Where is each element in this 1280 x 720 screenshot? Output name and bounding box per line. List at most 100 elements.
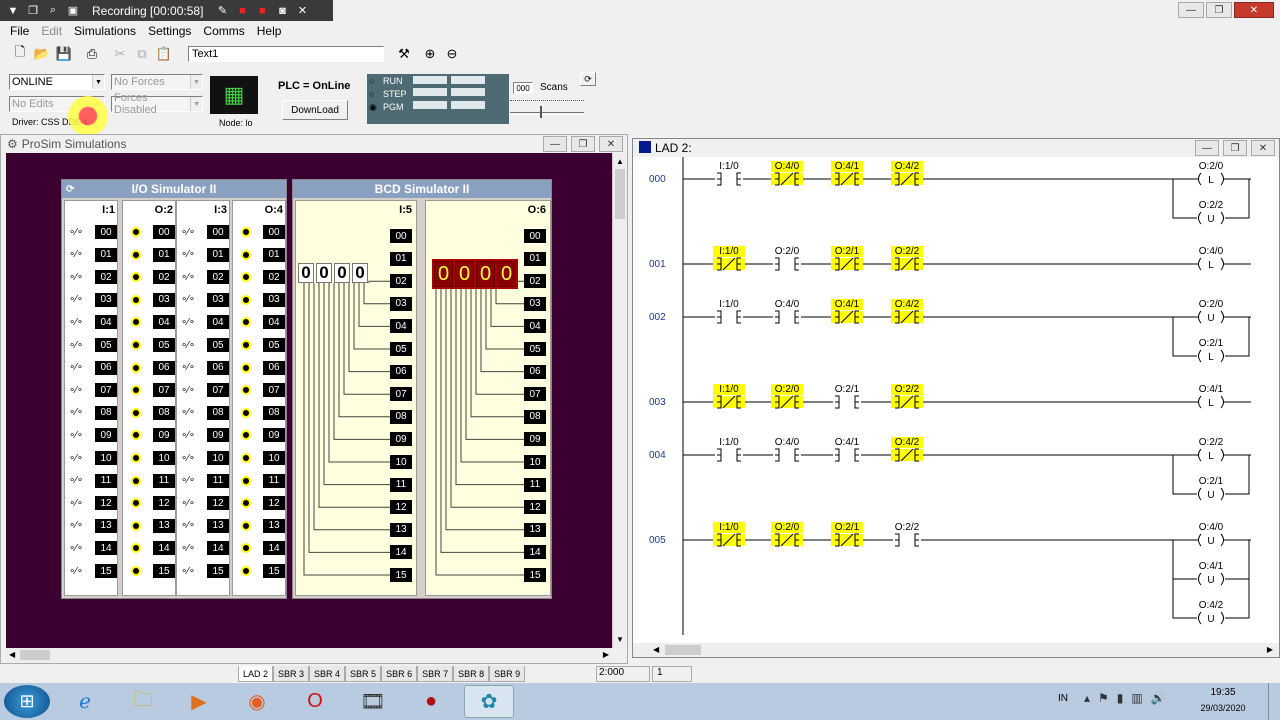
switch-icon[interactable]: ∘⁄∘	[67, 475, 92, 486]
minimize-button[interactable]: —	[1178, 2, 1204, 18]
prosim-restore-button[interactable]: ❐	[571, 136, 595, 152]
menu-settings[interactable]: Settings	[142, 24, 197, 38]
copy-icon[interactable]: ⧉	[132, 44, 152, 64]
prosim-hscroll-thumb[interactable]	[20, 650, 50, 660]
close-button[interactable]: ✕	[1234, 2, 1274, 18]
prosim-vscrollbar[interactable]: ▲ ▼	[612, 153, 627, 648]
bcd-input-digit[interactable]: 0	[334, 263, 350, 283]
switch-icon[interactable]: ∘⁄∘	[67, 362, 92, 373]
switch-icon[interactable]: ∘⁄∘	[67, 498, 92, 509]
file-explorer-icon[interactable]: 🗀	[118, 685, 168, 718]
tab-sbr-3[interactable]: SBR 3	[273, 666, 310, 682]
cut-icon[interactable]: ✂	[110, 44, 130, 64]
switch-icon[interactable]: ∘⁄∘	[179, 317, 204, 328]
tab-sbr-6[interactable]: SBR 6	[381, 666, 418, 682]
close-icon[interactable]: ✕	[295, 4, 309, 17]
switch-icon[interactable]: ∘⁄∘	[67, 227, 92, 238]
switch-icon[interactable]: ∘⁄∘	[179, 340, 204, 351]
switch-icon[interactable]: ∘⁄∘	[179, 362, 204, 373]
bcd-input-digit[interactable]: 0	[298, 263, 314, 283]
zoom-out-icon[interactable]: ⊖	[442, 44, 462, 64]
show-hidden-icon[interactable]: ▴	[1084, 691, 1090, 705]
switch-icon[interactable]: ∘⁄∘	[179, 453, 204, 464]
ladder-restore-button[interactable]: ❐	[1223, 140, 1247, 156]
clock-time[interactable]: 19:35	[1200, 687, 1246, 698]
switch-icon[interactable]: ∘⁄∘	[179, 227, 204, 238]
tab-sbr-7[interactable]: SBR 7	[417, 666, 454, 682]
download-button[interactable]: DownLoad	[282, 100, 348, 120]
bcd-input-digit[interactable]: 0	[316, 263, 332, 283]
scan-slider[interactable]	[510, 112, 584, 115]
mode-select[interactable]: ONLINE ▼	[9, 74, 105, 90]
ladder-close-button[interactable]: ✕	[1251, 140, 1275, 156]
switch-icon[interactable]: ∘⁄∘	[179, 566, 204, 577]
step-radio[interactable]: ○	[369, 89, 374, 99]
menu-comms[interactable]: Comms	[197, 24, 250, 38]
show-desktop-button[interactable]	[1268, 683, 1280, 720]
switch-icon[interactable]: ∘⁄∘	[179, 543, 204, 554]
clock-date[interactable]: 29/03/2020	[1196, 703, 1250, 713]
open-folder-icon[interactable]: 📂	[32, 44, 52, 64]
switch-icon[interactable]: ∘⁄∘	[67, 453, 92, 464]
action-center-icon[interactable]: ⚑	[1098, 691, 1109, 705]
record-app-icon[interactable]: ●	[406, 685, 456, 718]
prosim-close-button[interactable]: ✕	[599, 136, 623, 152]
menu-file[interactable]: File	[4, 24, 35, 38]
video-editor-icon[interactable]: 🎞	[348, 685, 398, 718]
tab-sbr-9[interactable]: SBR 9	[489, 666, 526, 682]
switch-icon[interactable]: ∘⁄∘	[67, 340, 92, 351]
maximize-button[interactable]: ❐	[1206, 2, 1232, 18]
record-icon[interactable]: ■	[255, 5, 269, 17]
switch-icon[interactable]: ∘⁄∘	[179, 430, 204, 441]
tab-sbr-5[interactable]: SBR 5	[345, 666, 382, 682]
switch-icon[interactable]: ∘⁄∘	[179, 294, 204, 305]
tab-sbr-4[interactable]: SBR 4	[309, 666, 346, 682]
refresh-icon[interactable]: ⟳	[580, 72, 596, 86]
restore-icon[interactable]: ❐	[26, 4, 40, 17]
switch-icon[interactable]: ∘⁄∘	[179, 520, 204, 531]
switch-icon[interactable]: ∘⁄∘	[179, 407, 204, 418]
window-icon[interactable]: ▣	[66, 4, 80, 17]
switch-icon[interactable]: ∘⁄∘	[179, 249, 204, 260]
prosim-vscroll-thumb[interactable]	[615, 169, 625, 219]
switch-icon[interactable]: ∘⁄∘	[67, 407, 92, 418]
switch-icon[interactable]: ∘⁄∘	[179, 272, 204, 283]
menu-simulations[interactable]: Simulations	[68, 24, 142, 38]
scans-value[interactable]: 000	[513, 82, 533, 94]
refresh-icon[interactable]: ⟳	[66, 184, 74, 195]
switch-icon[interactable]: ∘⁄∘	[67, 317, 92, 328]
stop-icon[interactable]: ■	[235, 5, 249, 17]
new-file-icon[interactable]: 🗋	[10, 44, 30, 64]
print-icon[interactable]: ⎙	[82, 44, 102, 64]
switch-icon[interactable]: ∘⁄∘	[67, 520, 92, 531]
paste-icon[interactable]: 📋	[154, 44, 174, 64]
ladder-hscrollbar[interactable]: ◀ ▶	[633, 643, 1279, 657]
pgm-radio[interactable]: ◉	[369, 102, 377, 113]
forces-enabled-select[interactable]: Forces Disabled ▼	[111, 92, 203, 116]
switch-icon[interactable]: ∘⁄∘	[67, 249, 92, 260]
network-status-icon[interactable]: ▥	[1131, 691, 1142, 705]
language-indicator[interactable]: IN	[1058, 693, 1068, 704]
tab-sbr-8[interactable]: SBR 8	[453, 666, 490, 682]
switch-icon[interactable]: ∘⁄∘	[67, 385, 92, 396]
run-radio[interactable]: ○	[369, 76, 374, 86]
camera-icon[interactable]: ◙	[275, 5, 289, 17]
switch-icon[interactable]: ∘⁄∘	[67, 294, 92, 305]
media-player-icon[interactable]: ▶	[174, 685, 224, 718]
scan-slider-thumb[interactable]	[540, 106, 542, 118]
power-icon[interactable]: ▮	[1117, 691, 1124, 705]
volume-icon[interactable]: 🔊	[1151, 691, 1166, 705]
prosim-minimize-button[interactable]: —	[543, 136, 567, 152]
switch-icon[interactable]: ∘⁄∘	[67, 430, 92, 441]
menu-edit[interactable]: Edit	[35, 24, 68, 38]
menu-help[interactable]: Help	[251, 24, 288, 38]
firefox-icon[interactable]: ◉	[232, 685, 282, 718]
switch-icon[interactable]: ∘⁄∘	[179, 498, 204, 509]
switch-icon[interactable]: ∘⁄∘	[67, 272, 92, 283]
prosim-taskbar-icon[interactable]: ✿	[464, 685, 514, 718]
dropdown-icon[interactable]: ▼	[6, 5, 20, 17]
tools-icon[interactable]: ⚒	[394, 44, 414, 64]
zoom-in-icon[interactable]: ⊕	[420, 44, 440, 64]
switch-icon[interactable]: ∘⁄∘	[179, 475, 204, 486]
ladder-minimize-button[interactable]: —	[1195, 140, 1219, 156]
